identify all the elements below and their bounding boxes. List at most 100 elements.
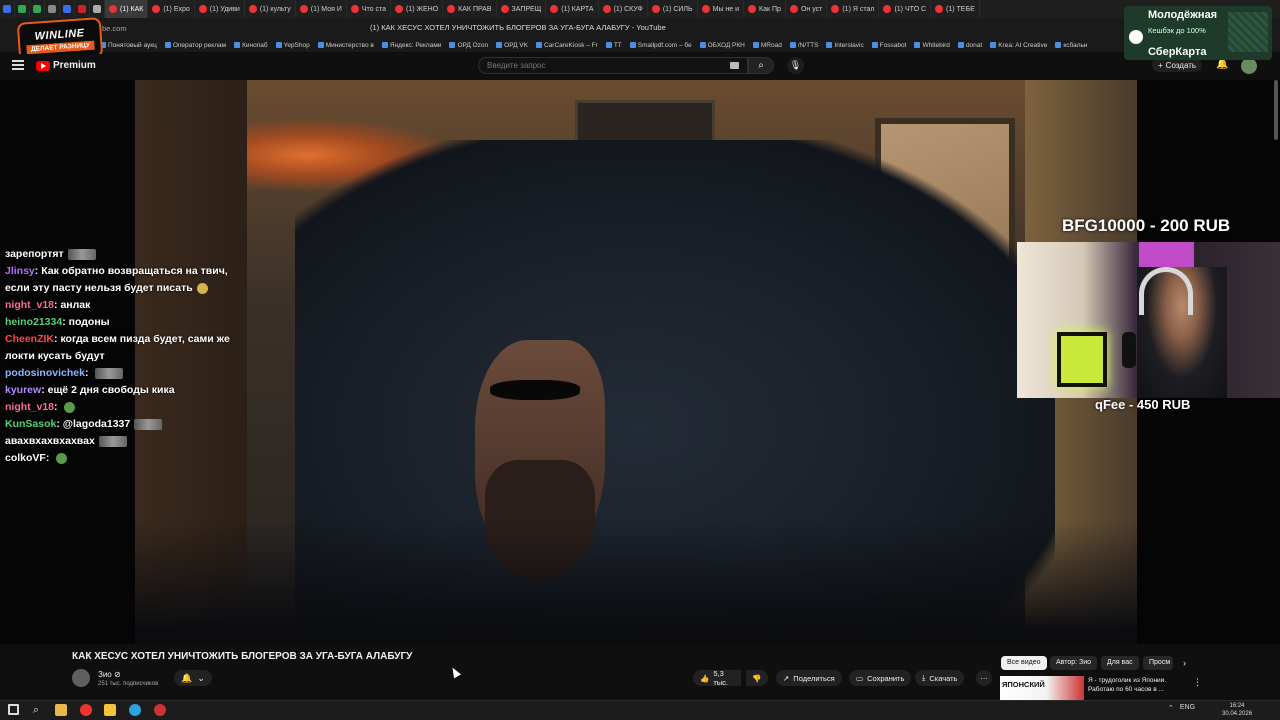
browser-tab[interactable]: (1) Удиви	[195, 0, 245, 18]
bookmark-label: Министерство в	[325, 41, 374, 49]
app-icon[interactable]	[104, 704, 116, 716]
dislike-button[interactable]: 👎	[746, 670, 768, 686]
save-button[interactable]: ▭ Сохранить	[849, 670, 912, 686]
windows-start-icon[interactable]	[8, 704, 19, 715]
browser-tab[interactable]: (1) культу	[245, 0, 296, 18]
youtube-favicon-icon	[350, 5, 359, 13]
more-actions-button[interactable]: ⋯	[976, 670, 992, 686]
tray-chevron-icon[interactable]: ⌃	[1168, 704, 1174, 712]
browser-tab[interactable]: (1) Expo	[148, 0, 195, 18]
tab-label: Мы не и	[712, 5, 740, 13]
chat-emote-icon	[98, 435, 127, 447]
channel-avatar[interactable]	[72, 669, 90, 687]
browser-tab[interactable]: (1) КАРТА	[546, 0, 599, 18]
bookmark-item[interactable]: Smallpdf.com – бе	[629, 42, 692, 49]
bookmark-item[interactable]: Яндекс: Реклами	[381, 42, 441, 49]
search-button[interactable]: ⌕	[748, 57, 774, 74]
bookmark-item[interactable]: donat	[957, 42, 982, 49]
bookmark-label: Кинопаб	[242, 41, 268, 49]
browser-tab[interactable]: (1) ТЕБЕ	[931, 0, 980, 18]
tab-pinned-3[interactable]	[30, 0, 45, 18]
browser-tab[interactable]: Он уст	[786, 0, 828, 18]
browser-tab[interactable]: Что ста	[347, 0, 392, 18]
telegram-icon[interactable]	[129, 704, 141, 716]
like-button[interactable]: 👍 5,3 тыс.	[693, 669, 741, 687]
bookmark-favicon-icon	[699, 42, 706, 48]
browser-tab[interactable]: (1) ЖЕНО	[391, 0, 444, 18]
browser-tab[interactable]: ЗАПРЕЩ	[497, 0, 547, 18]
bookmark-item[interactable]: ксбальн	[1055, 42, 1087, 49]
tab-pinned-5[interactable]	[60, 0, 75, 18]
bookmark-item[interactable]: Понятовый аукц	[100, 42, 157, 49]
chip-watched[interactable]: Просм	[1143, 656, 1173, 670]
sber-logo-icon	[1129, 30, 1143, 44]
search-icon[interactable]: ⌕	[30, 704, 42, 716]
bookmark-item[interactable]: Кинопаб	[234, 41, 268, 49]
channel-name[interactable]: Зио ⊘	[98, 670, 121, 679]
taskbar-clock[interactable]: 16:24 30.04.2026	[1222, 702, 1252, 718]
chip-all-videos[interactable]: Все видео	[1001, 656, 1047, 670]
obs-icon[interactable]	[154, 704, 166, 716]
url-field[interactable]: be.com	[102, 24, 127, 33]
page-scrollbar[interactable]	[1274, 80, 1278, 140]
browser-tab[interactable]: (1) КАК	[105, 0, 149, 18]
subscription-bell-button[interactable]: 🔔 ⌄	[174, 670, 212, 686]
search-input[interactable]: Введите запрос	[478, 57, 748, 74]
bookmark-item[interactable]: TT	[605, 42, 622, 49]
download-button[interactable]: ⤓ Скачать	[915, 670, 965, 686]
tab-label: (1) СКУФ	[613, 5, 643, 13]
bookmark-favicon-icon	[826, 42, 833, 48]
bookmark-item[interactable]: /N/TTS	[789, 42, 818, 49]
bookmark-item[interactable]: CarCareKiosk – Fr	[535, 41, 598, 49]
browser-tab[interactable]: (1) Моя И	[296, 0, 347, 18]
bookmark-item[interactable]: ОБХОД РКН	[699, 42, 745, 49]
browser-tab[interactable]: КАК ПРАВ	[443, 0, 497, 18]
tab-pinned-1[interactable]	[0, 0, 15, 18]
tray-lang[interactable]: ENG	[1180, 704, 1195, 712]
tab-pinned-2[interactable]	[15, 0, 30, 18]
browser-tab[interactable]: (1) Я стал	[827, 0, 880, 18]
youtube-logo[interactable]: Premium	[36, 60, 96, 71]
bookmark-label: CarCareKiosk – Fr	[543, 41, 598, 49]
notifications-icon[interactable]: 🔔	[1216, 59, 1228, 70]
account-avatar[interactable]	[1241, 58, 1257, 74]
menu-icon[interactable]	[12, 60, 24, 70]
file-explorer-icon[interactable]	[55, 704, 67, 716]
chip-for-you[interactable]: Для вас	[1101, 656, 1139, 670]
bookmark-item[interactable]: Министерство в	[317, 41, 374, 49]
browser-tab[interactable]: (1) ЧТО С	[879, 0, 932, 18]
voice-search-button[interactable]: 🎙	[787, 57, 804, 74]
tab-pinned-7[interactable]	[90, 0, 105, 18]
browser-tab[interactable]: (1) СИЛЬ	[648, 0, 698, 18]
bookmark-item[interactable]: Whitebird	[914, 42, 950, 49]
share-button[interactable]: ↗ Поделиться	[776, 670, 842, 686]
create-label: Создать	[1165, 60, 1197, 70]
recommendation-title[interactable]: Я - трудоголик из Японии. Работаю по 60 …	[1088, 676, 1188, 694]
bookmark-item[interactable]: Оператор реклам	[164, 42, 226, 49]
chat-message: зарепортят	[5, 246, 235, 263]
bookmark-item[interactable]: Fossabot	[871, 42, 906, 49]
tab-pinned-6[interactable]	[75, 0, 90, 18]
chat-emote-icon	[95, 367, 124, 379]
tab-pinned-4[interactable]	[45, 0, 60, 18]
browser-tab[interactable]: Как Пр	[744, 0, 786, 18]
youtube-favicon-icon	[831, 5, 840, 13]
bookmark-item[interactable]: YepShop	[275, 42, 310, 49]
bookmark-item[interactable]: ОРД Ozon	[449, 42, 488, 49]
tab-label: (1) КАК	[120, 5, 144, 13]
bookmark-item[interactable]: Interslavic	[826, 42, 864, 49]
browser-tab[interactable]: (1) СКУФ	[599, 0, 648, 18]
bookmark-item[interactable]: MRoad	[752, 42, 782, 49]
create-button[interactable]: + Создать	[1152, 58, 1203, 72]
tab-favicon-icon	[93, 5, 101, 13]
chip-author[interactable]: Автор: Зио	[1050, 656, 1098, 670]
recommendation-thumbnail[interactable]: ЯПОНСКИЙ	[1000, 676, 1084, 700]
bookmark-item[interactable]: Krea: AI Creative	[990, 42, 1047, 49]
bookmark-label: Krea: AI Creative	[998, 41, 1048, 49]
recommendation-menu-icon[interactable]: ⋮	[1193, 677, 1202, 688]
keyboard-icon[interactable]	[730, 62, 739, 69]
browser-tab[interactable]: Мы не и	[698, 0, 745, 18]
bookmark-item[interactable]: ОРД VK	[496, 42, 528, 49]
yandex-browser-icon[interactable]	[80, 704, 92, 716]
chevron-right-icon[interactable]: ›	[1183, 658, 1186, 668]
